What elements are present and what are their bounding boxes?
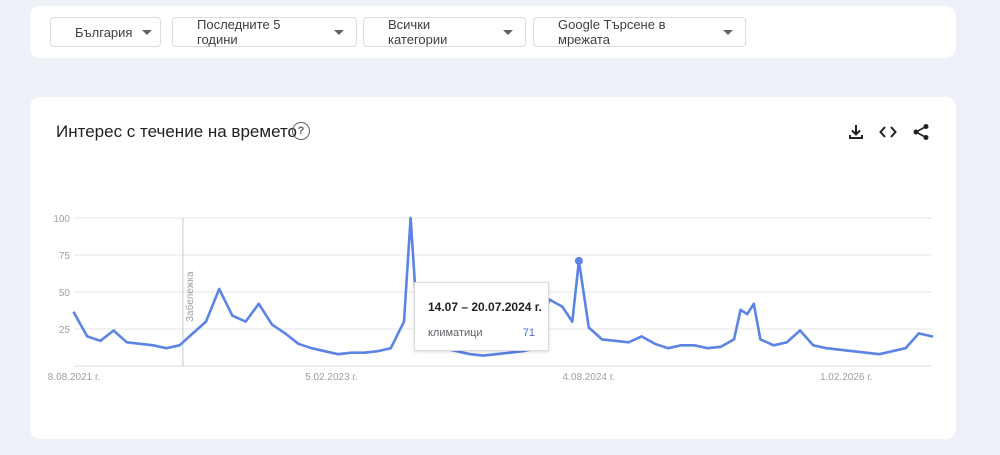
data-point <box>231 314 234 317</box>
data-point <box>178 344 181 347</box>
data-point <box>218 287 221 291</box>
data-point <box>297 342 300 345</box>
x-tick-label: 5.02.2023 г. <box>305 372 357 383</box>
data-point <box>350 351 353 354</box>
data-point <box>402 320 406 323</box>
y-tick-label: 75 <box>59 251 71 262</box>
data-point <box>336 352 340 356</box>
x-tick-label: 8.08.2021 г. <box>48 372 100 383</box>
interest-line-chart[interactable]: 100 75 50 25 8.08.2021 г. 5.02.2023 г. 4.08.2… <box>0 0 1000 455</box>
data-point <box>878 352 881 356</box>
data-point <box>614 339 617 343</box>
data-point <box>468 352 472 356</box>
x-tick-label: 4.08.2024 г. <box>563 372 615 383</box>
data-point <box>323 350 326 353</box>
data-point <box>495 352 498 356</box>
data-point <box>891 350 894 353</box>
data-point <box>759 338 762 341</box>
data-point <box>798 329 802 332</box>
data-point <box>125 341 128 344</box>
data-point <box>284 332 287 335</box>
data-point <box>409 216 412 220</box>
data-point <box>693 344 696 347</box>
data-point <box>706 347 709 350</box>
data-point <box>310 347 313 350</box>
data-point <box>99 339 102 343</box>
data-point <box>86 335 89 338</box>
y-tick-label: 50 <box>59 288 71 299</box>
annotation-label: Забележка <box>184 271 196 322</box>
tooltip-value: 71 <box>522 327 535 339</box>
tooltip-term: климатици <box>428 327 483 339</box>
tooltip-date: 14.07 – 20.07.2024 г. <box>428 300 542 314</box>
data-point <box>112 329 115 332</box>
chart-tooltip: 14.07 – 20.07.2024 г. климатици 71 <box>414 282 549 351</box>
data-point <box>204 320 208 323</box>
data-point <box>739 308 742 311</box>
data-point <box>812 344 815 347</box>
data-point <box>165 347 168 350</box>
data-point <box>244 320 247 323</box>
data-point <box>851 350 854 353</box>
data-point <box>257 302 260 306</box>
data-point <box>508 351 511 354</box>
data-point <box>376 350 379 353</box>
data-point <box>389 347 392 350</box>
data-point <box>653 342 656 345</box>
data-point <box>627 341 630 344</box>
data-point <box>666 347 670 350</box>
data-point <box>930 335 934 338</box>
highlight-point <box>574 256 583 265</box>
data-point <box>732 338 736 341</box>
x-tick-label: 1.02.2026 г. <box>820 372 872 383</box>
data-point <box>191 332 194 335</box>
data-point <box>752 302 755 306</box>
data-point <box>482 354 485 357</box>
data-point <box>864 351 868 354</box>
data-point <box>680 344 683 347</box>
data-point <box>571 320 574 323</box>
data-point <box>904 347 907 350</box>
data-point <box>600 338 604 341</box>
data-point <box>785 341 788 344</box>
data-point <box>838 348 841 351</box>
data-point <box>363 351 366 354</box>
data-point <box>917 332 920 335</box>
data-point <box>746 313 749 316</box>
data-point <box>561 305 564 308</box>
y-tick-label: 100 <box>53 214 70 225</box>
data-point <box>640 335 643 338</box>
data-point <box>152 344 155 347</box>
data-point <box>825 347 828 350</box>
data-point <box>72 311 76 314</box>
data-point <box>270 323 274 326</box>
data-point <box>719 345 722 348</box>
data-point <box>772 344 775 347</box>
y-tick-label: 25 <box>59 325 71 336</box>
data-point <box>587 326 590 329</box>
data-point <box>138 342 142 345</box>
